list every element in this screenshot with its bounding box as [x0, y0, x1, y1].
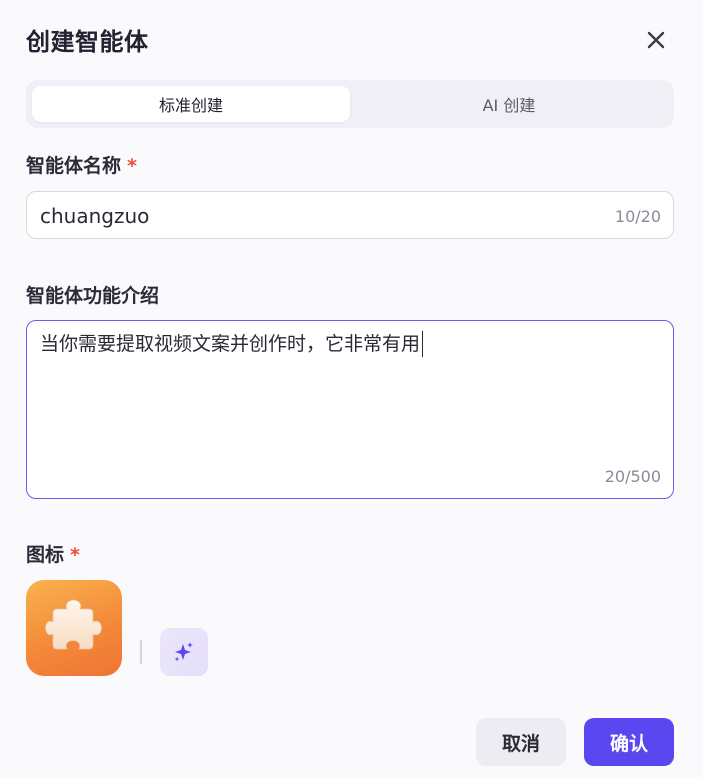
name-field-label: 智能体名称 * [26, 151, 137, 178]
description-char-counter: 20/500 [604, 467, 661, 486]
creation-mode-tabs: 标准创建 AI 创建 [26, 80, 674, 128]
ai-generate-icon-button[interactable] [160, 628, 208, 676]
selected-agent-icon[interactable] [26, 580, 122, 676]
agent-name-input[interactable]: chuangzuo 10/20 [26, 191, 674, 239]
puzzle-piece-icon [45, 599, 102, 650]
required-mark: * [127, 155, 137, 177]
dialog-title: 创建智能体 [26, 28, 149, 56]
agent-description-textarea[interactable]: 当你需要提取视频文案并创作时，它非常有用 20/500 [26, 320, 674, 499]
tab-standard-create[interactable]: 标准创建 [32, 86, 350, 122]
icon-label-text: 图标 [26, 544, 65, 566]
name-label-text: 智能体名称 [26, 155, 122, 177]
close-icon [647, 31, 665, 49]
close-button[interactable] [640, 24, 672, 56]
tab-ai-create[interactable]: AI 创建 [350, 86, 668, 122]
sparkle-icon [174, 642, 193, 662]
agent-description-value: 当你需要提取视频文案并创作时，它非常有用 [40, 331, 424, 357]
name-char-counter: 10/20 [614, 207, 661, 226]
icon-divider [140, 640, 142, 664]
create-agent-dialog: 创建智能体 标准创建 AI 创建 智能体名称 * chuangzuo 10/20 … [0, 0, 703, 777]
agent-name-value: chuangzuo [40, 204, 150, 228]
icon-field-label: 图标 * [26, 540, 80, 567]
required-mark: * [70, 544, 80, 566]
confirm-button[interactable]: 确认 [584, 718, 674, 766]
cancel-button[interactable]: 取消 [476, 718, 566, 766]
description-field-label: 智能体功能介绍 [26, 285, 160, 307]
